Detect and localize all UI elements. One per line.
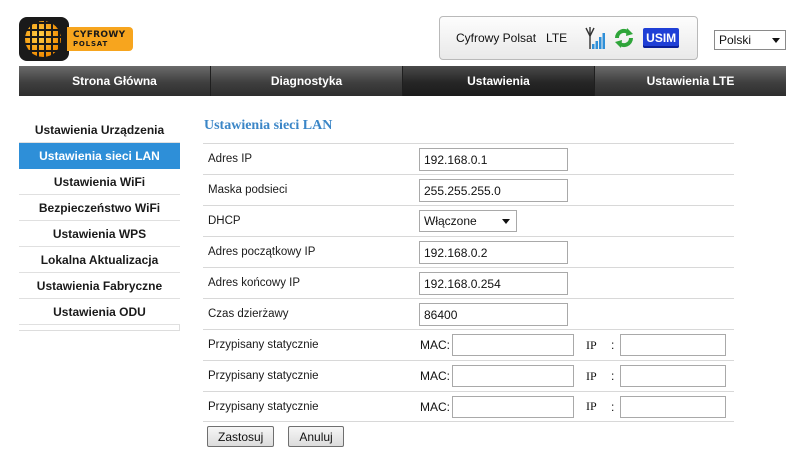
form-row-static-2: Przypisany statycznie MAC: IP :: [203, 360, 734, 391]
mac-label: MAC:: [420, 338, 450, 352]
sidebar-bottom-border: [19, 325, 180, 331]
brand-logo: CYFROWY POLSAT: [19, 17, 133, 61]
static-mac-input-2[interactable]: [452, 365, 574, 387]
chevron-down-icon: [772, 38, 780, 43]
subnet-mask-input[interactable]: 255.255.255.0: [419, 179, 568, 202]
sidebar-item-device-settings[interactable]: Ustawienia Urządzenia: [19, 117, 180, 143]
form-row-lease-time: Czas dzierżawy 86400: [203, 298, 734, 329]
static-ip-input-1[interactable]: [620, 334, 726, 356]
sidebar-item-lan-settings[interactable]: Ustawienia sieci LAN: [19, 143, 180, 169]
form-row-static-1: Przypisany statycznie MAC: IP :: [203, 329, 734, 360]
dhcp-select[interactable]: Włączone: [419, 210, 517, 232]
ip-colon: :: [611, 338, 615, 352]
dhcp-label: DHCP: [208, 215, 241, 227]
form-row-static-3: Przypisany statycznie MAC: IP :: [203, 391, 734, 422]
ip-colon: :: [611, 369, 615, 383]
sidebar-item-wifi-settings[interactable]: Ustawienia WiFi: [19, 169, 180, 195]
static-mac-input-1[interactable]: [452, 334, 574, 356]
tab-home[interactable]: Strona Główna: [19, 66, 211, 96]
static-label: Przypisany statycznie: [208, 400, 319, 413]
dhcp-selected: Włączone: [424, 214, 477, 228]
form-row-end-ip: Adres końcowy IP 192.168.0.254: [203, 267, 734, 298]
lan-settings-form: Adres IP 192.168.0.1 Maska podsieci 255.…: [203, 143, 734, 422]
mac-label: MAC:: [420, 399, 450, 414]
start-ip-label: Adres początkowy IP: [208, 246, 316, 258]
form-row-subnet-mask: Maska podsieci 255.255.255.0: [203, 174, 734, 205]
usim-badge: USIM: [643, 28, 680, 48]
ip-label: IP: [586, 399, 597, 413]
cancel-button[interactable]: Anuluj: [288, 426, 344, 447]
sidebar-item-factory-settings[interactable]: Ustawienia Fabryczne: [19, 273, 180, 299]
main-nav: Strona Główna Diagnostyka Ustawienia Ust…: [19, 66, 786, 96]
logo-line1: CYFROWY: [73, 30, 126, 40]
sidebar: Ustawienia Urządzenia Ustawienia sieci L…: [19, 117, 180, 331]
static-mac-input-3[interactable]: [452, 396, 574, 418]
ip-address-input[interactable]: 192.168.0.1: [419, 148, 568, 171]
lease-time-label: Czas dzierżawy: [208, 308, 289, 320]
ip-colon: :: [611, 399, 615, 414]
logo-line2: POLSAT: [73, 40, 109, 48]
static-ip-input-3[interactable]: [620, 396, 726, 418]
language-selected: Polski: [719, 33, 752, 47]
tab-diagnostics[interactable]: Diagnostyka: [211, 66, 403, 96]
apply-button[interactable]: Zastosuj: [207, 426, 275, 447]
sidebar-item-local-update[interactable]: Lokalna Aktualizacja: [19, 247, 180, 273]
mac-label: MAC:: [420, 369, 450, 383]
lease-time-input[interactable]: 86400: [419, 303, 568, 326]
ip-label: IP: [586, 368, 597, 383]
form-buttons: Zastosuj Anuluj: [207, 426, 344, 447]
static-label: Przypisany statycznie: [208, 339, 319, 351]
sidebar-item-odu-settings[interactable]: Ustawienia ODU: [19, 299, 180, 325]
sidebar-item-wifi-security[interactable]: Bezpieczeństwo WiFi: [19, 195, 180, 221]
connection-status-panel: Cyfrowy Polsat LTE USIM: [439, 16, 698, 60]
tab-settings[interactable]: Ustawienia: [403, 66, 595, 96]
ip-address-label: Adres IP: [208, 153, 253, 165]
operator-name: Cyfrowy Polsat: [456, 31, 537, 45]
page-title: Ustawienia sieci LAN: [204, 118, 333, 133]
language-select[interactable]: Polski: [714, 30, 786, 50]
ip-label: IP: [586, 337, 597, 352]
end-ip-input[interactable]: 192.168.0.254: [419, 272, 568, 295]
antenna-signal-icon: [585, 27, 606, 49]
chevron-down-icon: [502, 219, 510, 224]
globe-logo-icon: [19, 17, 69, 61]
tab-lte-settings[interactable]: Ustawienia LTE: [595, 66, 786, 96]
static-label: Przypisany statycznie: [208, 370, 319, 382]
end-ip-label: Adres końcowy IP: [208, 277, 301, 289]
form-row-start-ip: Adres początkowy IP 192.168.0.2: [203, 236, 734, 267]
sidebar-item-wps-settings[interactable]: Ustawienia WPS: [19, 221, 180, 247]
network-type: LTE: [546, 31, 568, 45]
form-row-dhcp: DHCP Włączone: [203, 205, 734, 236]
logo-text: CYFROWY POLSAT: [67, 27, 133, 51]
form-row-ip-address: Adres IP 192.168.0.1: [203, 143, 734, 174]
subnet-mask-label: Maska podsieci: [208, 184, 288, 196]
start-ip-input[interactable]: 192.168.0.2: [419, 241, 568, 264]
refresh-arrows-icon[interactable]: [613, 27, 635, 49]
static-ip-input-2[interactable]: [620, 365, 726, 387]
